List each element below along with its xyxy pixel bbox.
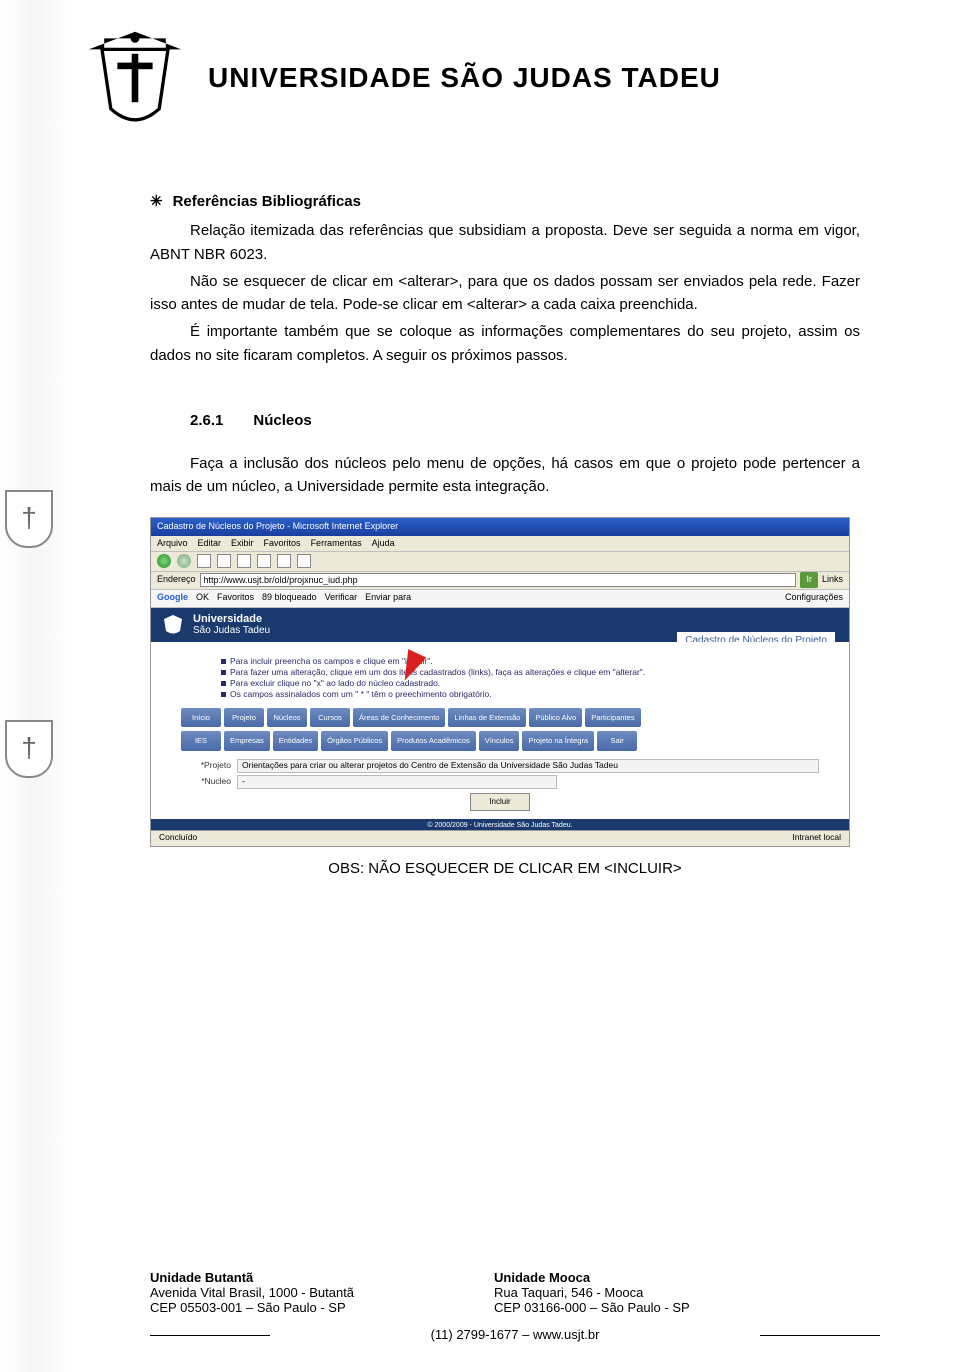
toolbar-item[interactable]: Verificar [325,591,358,605]
shield-emblem-icon [5,720,65,800]
footer-line: Rua Taquari, 546 - Mooca [494,1285,643,1300]
page-footer: Unidade Butantã Avenida Vital Brasil, 10… [150,1270,880,1342]
page-title: UNIVERSIDADE SÃO JUDAS TADEU [208,62,721,94]
status-left: Concluído [159,831,197,844]
nav-tab[interactable]: Núcleos [267,708,307,728]
history-icon[interactable] [297,554,311,568]
embedded-screenshot: Cadastro de Núcleos do Projeto - Microso… [150,517,850,847]
window-title-text: Cadastro de Núcleos do Projeto - Microso… [157,520,398,534]
left-ornament-band [0,0,70,1372]
section-heading-label: Referências Bibliográficas [173,190,361,213]
browser-status-bar: Concluído Intranet local [151,830,849,846]
footer-contact-line: (11) 2799-1677 – www.usjt.br [150,1327,880,1342]
university-shield-icon [161,613,185,637]
nav-tab[interactable]: IES [181,731,221,751]
browser-toolbar [151,552,849,572]
nav-tab[interactable]: Cursos [310,708,350,728]
footer-col-mooca: Unidade Mooca Rua Taquari, 546 - Mooca C… [494,1270,690,1315]
stop-icon[interactable] [197,554,211,568]
nav-tab[interactable]: Projeto [224,708,264,728]
nav-tab[interactable]: Produtos Acadêmicos [391,731,476,751]
links-label: Links [822,573,843,587]
address-label: Endereço [157,573,196,587]
nav-tab[interactable]: Áreas de Conhecimento [353,708,445,728]
nav-tab[interactable]: Vínculos [479,731,520,751]
menu-item[interactable]: Exibir [231,537,254,550]
note-line: Os campos assinalados com um " * " têm o… [230,689,492,699]
nav-tab[interactable]: Participantes [585,708,640,728]
footer-col-butanta: Unidade Butantã Avenida Vital Brasil, 10… [150,1270,354,1315]
nav-tab[interactable]: Público Alvo [529,708,582,728]
nav-tabs-row: Início Projeto Núcleos Cursos Áreas de C… [151,706,849,730]
favorites-icon[interactable] [277,554,291,568]
note-line: Para fazer uma alteração, clique em um d… [230,667,645,677]
back-icon[interactable] [157,554,171,568]
document-body: ✳ Referências Bibliográficas Relação ite… [150,190,860,880]
browser-menu-bar: Arquivo Editar Exibir Favoritos Ferramen… [151,536,849,552]
nav-tabs-row: IES Empresas Entidades Órgãos Públicos P… [151,729,849,753]
projeto-field: Orientações para criar ou alterar projet… [237,759,819,773]
bullet-icon: ✳ [150,190,163,213]
paragraph: Não se esquecer de clicar em <alterar>, … [150,270,860,317]
toolbar-item[interactable]: 89 bloqueado [262,591,317,605]
page-header: UNIVERSIDADE SÃO JUDAS TADEU [80,18,930,138]
site-header-label: Universidade São Judas Tadeu [193,613,270,636]
window-titlebar: Cadastro de Núcleos do Projeto - Microso… [151,518,849,536]
toolbar-item[interactable]: OK [196,591,209,605]
subsection-heading: 2.6.1 Núcleos [150,409,860,432]
forward-icon[interactable] [177,554,191,568]
nav-tab[interactable]: Entidades [273,731,318,751]
menu-item[interactable]: Arquivo [157,537,188,550]
shield-emblem-icon [5,490,65,570]
search-icon[interactable] [257,554,271,568]
google-toolbar: Google OK Favoritos 89 bloqueado Verific… [151,590,849,608]
subsection-number: 2.6.1 [190,409,223,432]
refresh-icon[interactable] [217,554,231,568]
menu-item[interactable]: Editar [198,537,222,550]
site-header-bar: Universidade São Judas Tadeu Cadastro de… [151,608,849,642]
paragraph: É importante também que se coloque as in… [150,320,860,367]
footer-line: CEP 03166-000 – São Paulo - SP [494,1300,690,1315]
toolbar-item[interactable]: Favoritos [217,591,254,605]
incluir-button[interactable]: Incluir [470,793,530,811]
section-heading: ✳ Referências Bibliográficas [150,190,860,213]
nav-tab[interactable]: Projeto na Íntegra [522,731,594,751]
footer-col-title: Unidade Mooca [494,1270,590,1285]
university-logo-icon [80,23,190,133]
paragraph: Relação itemizada das referências que su… [150,219,860,266]
footer-line: CEP 05503-001 – São Paulo - SP [150,1300,346,1315]
field-label: *Nucleo [181,775,231,788]
menu-item[interactable]: Ajuda [372,537,395,550]
menu-item[interactable]: Favoritos [264,537,301,550]
home-icon[interactable] [237,554,251,568]
go-button[interactable]: Ir [800,572,818,588]
nav-tab[interactable]: Sair [597,731,637,751]
toolbar-item[interactable]: Enviar para [365,591,411,605]
nav-tab[interactable]: Órgãos Públicos [321,731,388,751]
toolbar-item[interactable]: Configurações [785,591,843,605]
google-label: Google [157,591,188,605]
address-bar-row: Endereço Ir Links [151,572,849,590]
footer-line: Avenida Vital Brasil, 1000 - Butantã [150,1285,354,1300]
subsection-title: Núcleos [253,409,311,432]
instruction-notes: Para incluir preencha os campos e clique… [151,642,849,706]
nav-tab[interactable]: Linhas de Extensão [448,708,526,728]
obs-note: OBS: NÃO ESQUECER DE CLICAR EM <INCLUIR> [150,857,860,880]
menu-item[interactable]: Ferramentas [311,537,362,550]
footer-col-title: Unidade Butantã [150,1270,253,1285]
status-right: Intranet local [792,831,841,844]
address-input[interactable] [200,573,797,587]
field-label: *Projeto [181,759,231,772]
paragraph: Faça a inclusão dos núcleos pelo menu de… [150,452,860,499]
nav-tab[interactable]: Empresas [224,731,270,751]
form-area: *Projeto Orientações para criar ou alter… [151,753,849,819]
nav-tab[interactable]: Início [181,708,221,728]
nucleo-select[interactable]: - [237,775,557,789]
